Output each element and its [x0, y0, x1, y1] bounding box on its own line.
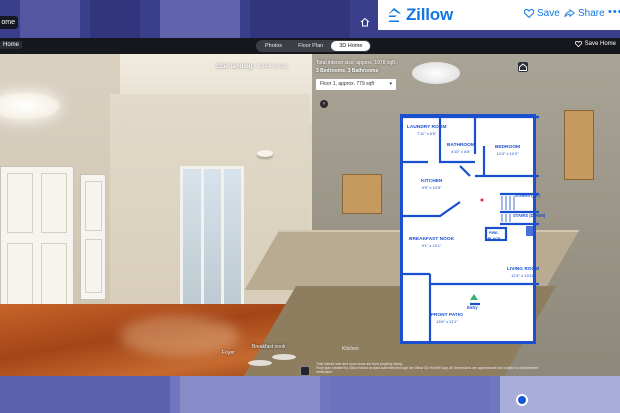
cabinet [342, 174, 382, 214]
background-bottom [0, 376, 620, 413]
view-mode-tabs: Photos Floor Plan 3D Home [256, 40, 372, 52]
tab-photos[interactable]: Photos [257, 41, 290, 51]
background-building [20, 0, 80, 40]
view-count: • 1344 views [254, 64, 288, 70]
more-options-button[interactable]: ••• [608, 6, 620, 18]
share-arrow-icon [564, 9, 575, 18]
background-block [180, 376, 320, 413]
room-caption: Kitchen [342, 346, 359, 352]
chevron-down-icon: ▾ [389, 81, 392, 87]
fullscreen-icon[interactable] [300, 366, 310, 376]
chevron-right-icon[interactable]: › [320, 100, 328, 108]
current-room-label: Stair landing • 1344 views [216, 64, 288, 70]
zillow-logo[interactable]: Zillow [386, 5, 453, 25]
background-building [250, 0, 350, 40]
hotspot-breakfast-nook-label[interactable]: Breakfast nook [252, 344, 285, 350]
closet-door [0, 166, 74, 316]
background-block [0, 376, 170, 413]
background-building [160, 0, 240, 40]
room-label-breakfast-nook: BREAKFAST NOOK 9'1" x 10'1" [409, 237, 455, 248]
disclaimer-line-2: Floor plan created by Zillow based on da… [316, 366, 539, 375]
room-label-fireplace: FIRE-PLACE [487, 231, 501, 241]
viewer-toolbar: Home Photos Floor Plan 3D Home Save Home [0, 38, 620, 54]
floor-selector[interactable]: Floor 1, approx. 779 sqft ▾ [316, 79, 396, 90]
interior-door [80, 174, 106, 300]
room-label-stairs-up: STAIRS (UP) [515, 193, 540, 198]
bedroom-count: 3 Bedrooms [316, 68, 345, 74]
cabinet [564, 110, 594, 180]
room-label-bedroom: BEDROOM 12'4" x 10'3" [495, 145, 521, 156]
background-building [90, 0, 140, 40]
bathroom-count: 3 Bathrooms [347, 68, 379, 74]
save-home-button[interactable]: Save Home [574, 41, 616, 47]
panorama-viewer[interactable]: Stair landing • 1344 views Total interio… [0, 54, 620, 376]
heart-icon [524, 9, 534, 18]
hotspot-breakfast-nook[interactable] [272, 354, 296, 360]
total-size: Total interior size: approx. 1978 sqft. [316, 60, 397, 66]
zillow-z-icon [388, 8, 401, 22]
home-3d-icon[interactable] [518, 62, 528, 72]
room-label-laundry: LAUNDRY ROOM 7'11" x 5'6" [407, 125, 447, 136]
zillow-header: Zillow Save Share ••• [378, 0, 620, 30]
home-button[interactable]: Home [0, 41, 23, 49]
hotspot-foyer[interactable] [248, 360, 272, 366]
floor-plan-overlay[interactable]: LAUNDRY ROOM 7'11" x 5'6" BATHROOM 4'10" x… [400, 114, 545, 344]
room-label-front-patio: FRONT PATIO 13'6" x 11'1" [431, 313, 463, 324]
background-block [330, 376, 490, 413]
map-pin-icon[interactable] [516, 394, 528, 406]
heart-icon [574, 41, 582, 47]
hotspot-foyer-label[interactable]: Foyer [222, 350, 235, 356]
floor-plan-disclaimer: Total interior size and room sizes are f… [316, 362, 556, 375]
floor-selector-value: Floor 1, approx. 779 sqft [320, 81, 375, 87]
room-name: Stair landing [216, 64, 253, 70]
tab-3d-home[interactable]: 3D Home [331, 41, 371, 51]
tab-floor-plan[interactable]: Floor Plan [290, 41, 331, 51]
home-chip[interactable]: ome [0, 16, 18, 29]
room-label-kitchen: KITCHEN 9'9" x 10'5" [421, 179, 443, 190]
home-stats: Total interior size: approx. 1978 sqft. … [316, 60, 397, 74]
save-label: Save [537, 8, 560, 19]
room-label-stairs-down: STAIRS (DOWN) [513, 213, 546, 218]
save-home-label: Save Home [584, 41, 616, 47]
room-label-living-room: LIVING ROOM 12'4" x 13'11" [507, 267, 540, 278]
share-label: Share [578, 8, 605, 19]
share-button[interactable]: Share [564, 8, 605, 19]
zillow-wordmark: Zillow [406, 5, 453, 24]
ceiling-light-small [257, 150, 273, 157]
kitchen-light [412, 62, 460, 84]
room-label-entry: Entry [467, 305, 478, 310]
home-outline-icon[interactable] [360, 17, 370, 27]
save-button[interactable]: Save [524, 8, 560, 19]
room-label-bathroom: BATHROOM 4'10" x 6'8" [447, 143, 475, 154]
